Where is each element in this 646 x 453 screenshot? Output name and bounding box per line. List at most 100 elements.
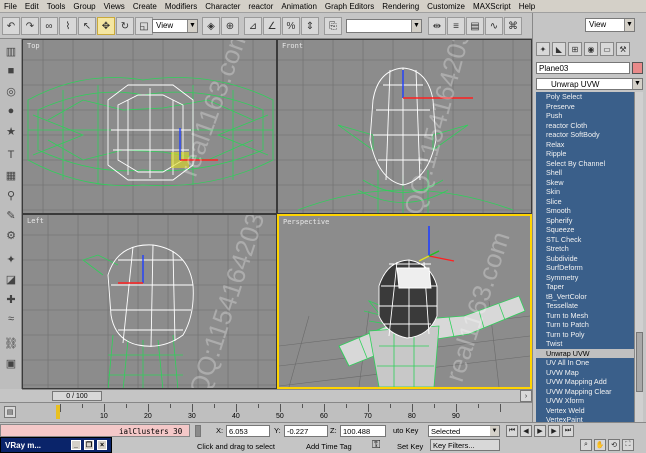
next-frame-icon[interactable]: ▶: [548, 425, 560, 437]
menu-item-views[interactable]: Views: [100, 0, 129, 13]
rotate-icon[interactable]: ↻: [116, 17, 134, 35]
modifier-list-item[interactable]: Spherify: [536, 216, 634, 226]
maximize-viewport-icon[interactable]: ⛶: [622, 439, 634, 451]
minimize-icon[interactable]: _: [71, 440, 81, 450]
z-coordinate-field[interactable]: 100.488: [340, 425, 386, 437]
time-slider[interactable]: 0 / 100 ›: [22, 389, 532, 402]
viewport-layout-combo[interactable]: View ▼: [585, 18, 635, 32]
lock-selection-icon[interactable]: [195, 425, 201, 437]
goto-end-icon[interactable]: ⏭: [562, 425, 574, 437]
gear-icon[interactable]: ⚙: [3, 227, 19, 243]
wave-icon[interactable]: ≈: [3, 311, 19, 327]
close-icon[interactable]: ×: [97, 440, 107, 450]
time-slider-thumb[interactable]: 0 / 100: [52, 391, 102, 401]
hierarchy-tab-icon[interactable]: ⊞: [568, 42, 582, 56]
menu-item-edit[interactable]: Edit: [21, 0, 43, 13]
zoom-icon[interactable]: ⌕: [580, 439, 592, 451]
sphere-icon[interactable]: ●: [3, 103, 19, 119]
named-selection-combo[interactable]: ▼: [346, 19, 422, 33]
select-manipulate-icon[interactable]: ⊕: [221, 17, 239, 35]
select-icon[interactable]: ↖: [78, 17, 96, 35]
box-icon[interactable]: ■: [3, 63, 19, 79]
modifier-list-item[interactable]: STL Check: [536, 235, 634, 245]
menu-item-maxscript[interactable]: MAXScript: [469, 0, 515, 13]
torus-icon[interactable]: ◎: [3, 83, 19, 99]
modifier-list-item[interactable]: reactor SoftBody: [536, 130, 634, 140]
percent-snap-icon[interactable]: %: [282, 17, 300, 35]
group-icon[interactable]: ▣: [3, 355, 19, 371]
modifier-list-item[interactable]: Smooth: [536, 206, 634, 216]
modifier-list-item[interactable]: Turn to Poly: [536, 330, 634, 340]
modifier-list-item[interactable]: UVW Map: [536, 368, 634, 378]
wrench-icon[interactable]: ✎: [3, 207, 19, 223]
align-icon[interactable]: ≡: [447, 17, 465, 35]
mirror-icon[interactable]: ⇹: [428, 17, 446, 35]
schematic-view-icon[interactable]: ⌘: [504, 17, 522, 35]
create-tab-icon[interactable]: ✦: [536, 42, 550, 56]
move-icon[interactable]: ✥: [97, 17, 115, 35]
layer-manager-icon[interactable]: ▤: [466, 17, 484, 35]
modify-tab-icon[interactable]: ◣: [552, 42, 566, 56]
modifier-list-item[interactable]: UVW Mapping Clear: [536, 387, 634, 397]
pan-icon[interactable]: ✋: [594, 439, 606, 451]
unlink-icon[interactable]: ⌇: [59, 17, 77, 35]
modifier-list-item[interactable]: Skew: [536, 178, 634, 188]
redo-icon[interactable]: ↷: [21, 17, 39, 35]
link-icon[interactable]: ∞: [40, 17, 58, 35]
track-bar[interactable]: ▤ 10 20 30 40 50 60 70 80 90: [0, 402, 532, 422]
modifier-list-item[interactable]: UVW Mapping Add: [536, 377, 634, 387]
modifier-list-item[interactable]: Vertex Weld: [536, 406, 634, 416]
modifier-list-item[interactable]: UV All In One: [536, 358, 634, 368]
modifier-list-item[interactable]: Relax: [536, 140, 634, 150]
utilities-tab-icon[interactable]: ⚒: [616, 42, 630, 56]
set-key-button[interactable]: Set Key: [397, 442, 423, 451]
modifier-list-item[interactable]: Slice: [536, 197, 634, 207]
pivot-icon[interactable]: ◈: [202, 17, 220, 35]
motion-tab-icon[interactable]: ◉: [584, 42, 598, 56]
named-selection-icon[interactable]: ⎘: [324, 17, 342, 35]
menu-item-tools[interactable]: Tools: [43, 0, 70, 13]
menu-item-animation[interactable]: Animation: [277, 0, 321, 13]
modifier-list-item[interactable]: Select By Channel: [536, 159, 634, 169]
light-icon[interactable]: ✦: [3, 251, 19, 267]
menu-item-rendering[interactable]: Rendering: [378, 0, 423, 13]
modifier-list[interactable]: Poly Select Preserve Push reactor Cloth reac…: [536, 92, 634, 439]
viewport-front[interactable]: Front QQ:1154164203: [277, 39, 532, 214]
helper-icon[interactable]: ✚: [3, 291, 19, 307]
prev-frame-icon[interactable]: ◀: [520, 425, 532, 437]
viewport-top[interactable]: Top real1163.com: [22, 39, 277, 214]
modifier-list-item[interactable]: Turn to Patch: [536, 320, 634, 330]
modifier-list-item[interactable]: Taper: [536, 282, 634, 292]
menu-item-group[interactable]: Group: [69, 0, 99, 13]
add-time-tag[interactable]: Add Time Tag: [306, 442, 352, 451]
modifier-list-item[interactable]: Twist: [536, 339, 634, 349]
modifier-list-combo[interactable]: Unwrap UVW ▼: [536, 78, 643, 90]
slider-next-icon[interactable]: ›: [520, 390, 532, 402]
object-name-field[interactable]: Plane03: [536, 62, 630, 74]
key-filters-button[interactable]: Key Filters...: [430, 439, 500, 451]
menu-item-graph-editors[interactable]: Graph Editors: [321, 0, 378, 13]
modifier-list-item[interactable]: tB_VertColor: [536, 292, 634, 302]
modifier-list-item[interactable]: Symmetry: [536, 273, 634, 283]
modifier-list-scrollbar[interactable]: [634, 92, 643, 439]
modifier-list-item[interactable]: Tessellate: [536, 301, 634, 311]
scale-icon[interactable]: ◱: [135, 17, 153, 35]
taskbar-vray-window[interactable]: VRay m... _ ❐ ×: [0, 437, 112, 453]
layers-icon[interactable]: ▦: [3, 167, 19, 183]
modifier-list-item[interactable]: Stretch: [536, 244, 634, 254]
play-icon[interactable]: ▶: [534, 425, 546, 437]
object-color-swatch[interactable]: [632, 62, 643, 74]
modifier-list-item[interactable]: Subdivide: [536, 254, 634, 264]
viewport-left[interactable]: Left QQ:1154164203: [22, 214, 277, 389]
spinner-snap-icon[interactable]: ⇕: [301, 17, 319, 35]
reference-coord-combo[interactable]: View ▼: [152, 19, 198, 33]
text-icon[interactable]: T: [3, 147, 19, 163]
orbit-icon[interactable]: ⟲: [608, 439, 620, 451]
restore-icon[interactable]: ❐: [84, 440, 94, 450]
modifier-list-item[interactable]: SurfDeform: [536, 263, 634, 273]
modifier-list-item[interactable]: Squeeze: [536, 225, 634, 235]
curve-editor-icon[interactable]: ∿: [485, 17, 503, 35]
menu-item-character[interactable]: Character: [201, 0, 244, 13]
modifier-list-item[interactable]: Preserve: [536, 102, 634, 112]
scroll-thumb[interactable]: [636, 332, 643, 392]
